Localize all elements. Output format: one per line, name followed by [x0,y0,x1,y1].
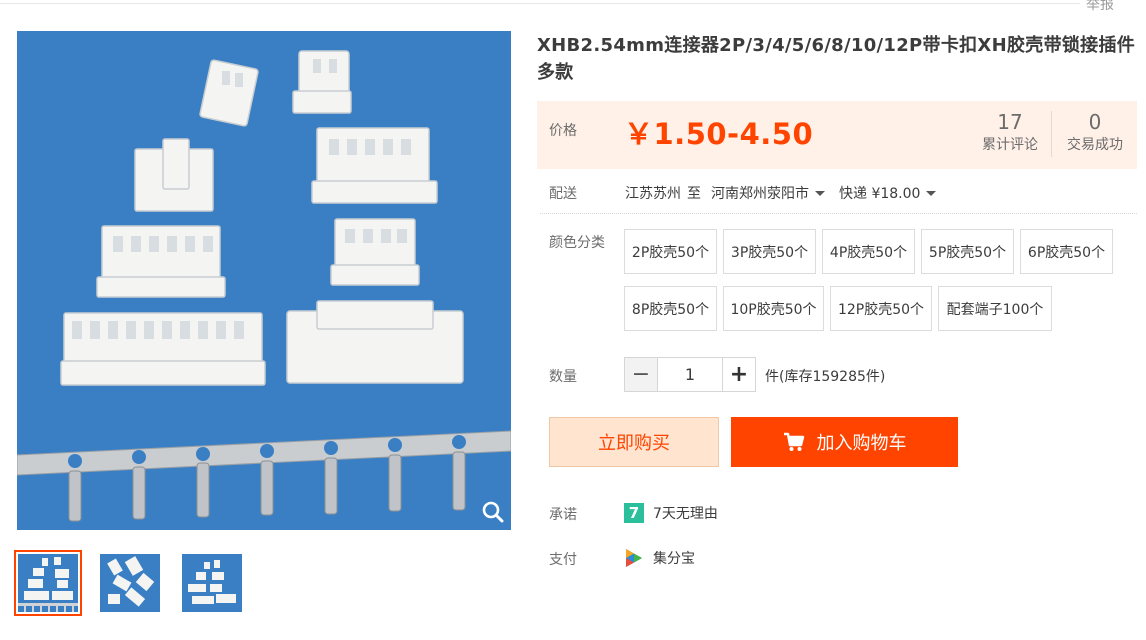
variant-option[interactable]: 12P胶壳50个 [830,286,932,331]
payment-label: 支付 [549,552,577,568]
top-divider [0,3,1080,4]
cart-icon [783,432,804,451]
decrease-button[interactable]: − [624,357,658,392]
transaction-label: 交易成功 [1067,137,1123,153]
review-stat[interactable]: 17 累计评论 [978,109,1042,155]
main-product-image[interactable] [17,31,511,530]
add-to-cart-label: 加入购物车 [816,433,907,454]
thumbnail-image [18,554,78,612]
method-chevron-down-icon[interactable] [926,190,937,196]
ship-destination[interactable]: 河南郑州荥阳市 [711,183,809,203]
promise-label: 承诺 [549,507,577,523]
quantity-input[interactable]: 1 [658,357,722,392]
variant-option[interactable]: 4P胶壳50个 [822,229,915,274]
destination-chevron-down-icon[interactable] [815,190,825,196]
promise-row[interactable]: 7 7天无理由 [624,503,718,523]
variant-option[interactable]: 10P胶壳50个 [723,286,824,331]
quantity-label: 数量 [549,369,577,385]
increase-button[interactable]: + [722,357,756,392]
transaction-count: 0 [1088,110,1102,134]
product-title: XHB2.54mm连接器2P/3/4/5/6/8/10/12P带卡扣XH胶壳带锁… [537,35,1136,83]
seven-day-return-icon: 7 [624,503,644,523]
promise-text: 7天无理由 [653,506,718,522]
thumbnail-image [100,554,160,612]
divider [540,213,1137,214]
review-label: 累计评论 [982,137,1038,153]
variant-option[interactable]: 8P胶壳50个 [624,286,717,331]
thumbnail-image [182,554,242,612]
stock-text: 件(库存159285件) [765,369,886,385]
variant-label: 颜色分类 [549,235,605,251]
variant-option[interactable]: 5P胶壳50个 [921,229,1014,274]
payment-text: 集分宝 [653,551,695,567]
ship-to-word: 至 [687,186,701,202]
ship-method[interactable]: 快递 ¥18.00 [839,183,920,203]
quantity-stepper: − 1 + [624,357,756,392]
price-value: ￥1.50-4.50 [624,117,814,151]
shipping-row: 江苏苏州 至 河南郑州荥阳市 快递 ¥18.00 [625,183,950,203]
thumbnail-1[interactable] [14,550,82,616]
connector-photo [17,31,511,530]
price-label: 价格 [549,123,577,139]
buy-now-label: 立即购买 [598,433,670,454]
thumbnail-2[interactable] [96,550,164,616]
thumbnail-strip [14,550,246,616]
price-box: 价格 ￥1.50-4.50 17 累计评论 0 交易成功 [537,101,1137,169]
jifenbao-icon [626,549,642,567]
variant-option[interactable]: 6P胶壳50个 [1020,229,1113,274]
review-count: 17 [997,110,1023,134]
shipping-label: 配送 [549,186,577,202]
stat-divider [1051,111,1052,157]
zoom-icon[interactable] [481,500,505,524]
report-link[interactable]: 举报 [1086,0,1114,14]
variant-option[interactable]: 2P胶壳50个 [624,229,717,274]
variant-option[interactable]: 3P胶壳50个 [723,229,816,274]
transaction-stat[interactable]: 0 交易成功 [1060,109,1130,155]
payment-row[interactable]: 集分宝 [624,548,695,568]
buy-now-button[interactable]: 立即购买 [549,417,719,467]
variant-option[interactable]: 配套端子100个 [938,286,1052,331]
add-to-cart-button[interactable]: 加入购物车 [731,417,958,467]
thumbnail-3[interactable] [178,550,246,616]
ship-from: 江苏苏州 [625,186,681,202]
